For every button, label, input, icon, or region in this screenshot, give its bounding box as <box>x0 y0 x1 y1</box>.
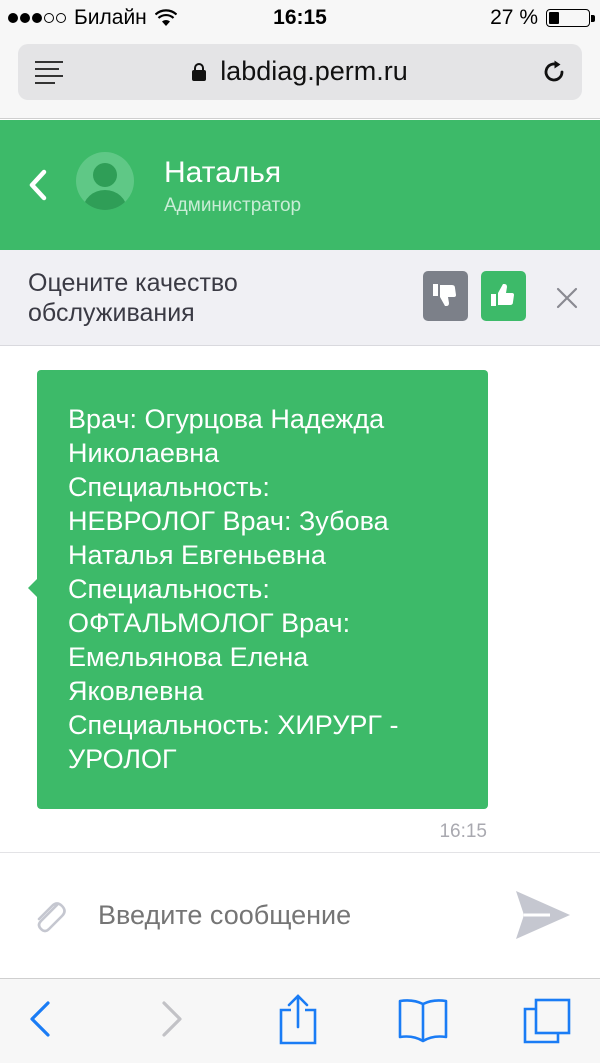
address-bar[interactable]: labdiag.perm.ru <box>18 44 582 100</box>
status-bar: Билайн 16:15 27 % <box>0 0 600 40</box>
rating-prompt: Оцените качество обслуживания <box>28 269 238 327</box>
thumbs-up-icon <box>491 284 514 306</box>
avatar <box>76 152 134 210</box>
message-text: Врач: Огурцова Надежда Николаевна Специа… <box>68 404 399 774</box>
browser-toolbar <box>0 978 600 1063</box>
url-text: labdiag.perm.ru <box>220 56 408 86</box>
battery-percent: 27 % <box>490 6 538 29</box>
message-time: 16:15 <box>439 821 487 842</box>
forward-arrow-icon[interactable] <box>158 995 186 1043</box>
back-chevron-icon[interactable] <box>24 166 50 204</box>
reload-icon[interactable] <box>540 58 568 86</box>
agent-name: Наталья <box>164 156 282 189</box>
status-right: 27 % <box>490 6 595 30</box>
paperclip-icon[interactable] <box>30 896 68 938</box>
share-icon[interactable] <box>278 993 318 1045</box>
composer-divider <box>0 852 600 853</box>
send-icon[interactable] <box>514 889 572 941</box>
agent-role: Администратор <box>164 195 302 216</box>
url-display[interactable]: labdiag.perm.ru <box>18 56 582 87</box>
thumbs-down-icon <box>433 284 456 306</box>
user-silhouette-icon <box>83 163 127 210</box>
tabs-icon[interactable] <box>522 997 572 1045</box>
battery-icon <box>546 9 595 27</box>
message-bubble: Врач: Огурцова Надежда Николаевна Специа… <box>37 370 488 809</box>
rating-bar: Оцените качество обслуживания <box>0 250 600 346</box>
lock-icon <box>192 63 207 81</box>
message-input[interactable] <box>98 900 488 931</box>
thumbs-down-button[interactable] <box>423 271 468 321</box>
browser-address-area: labdiag.perm.ru <box>0 40 600 119</box>
bookmarks-icon[interactable] <box>397 997 449 1043</box>
close-icon[interactable] <box>556 287 578 309</box>
back-arrow-icon[interactable] <box>26 995 54 1043</box>
thumbs-up-button[interactable] <box>481 271 526 321</box>
chat-header: Наталья Администратор <box>0 120 600 250</box>
